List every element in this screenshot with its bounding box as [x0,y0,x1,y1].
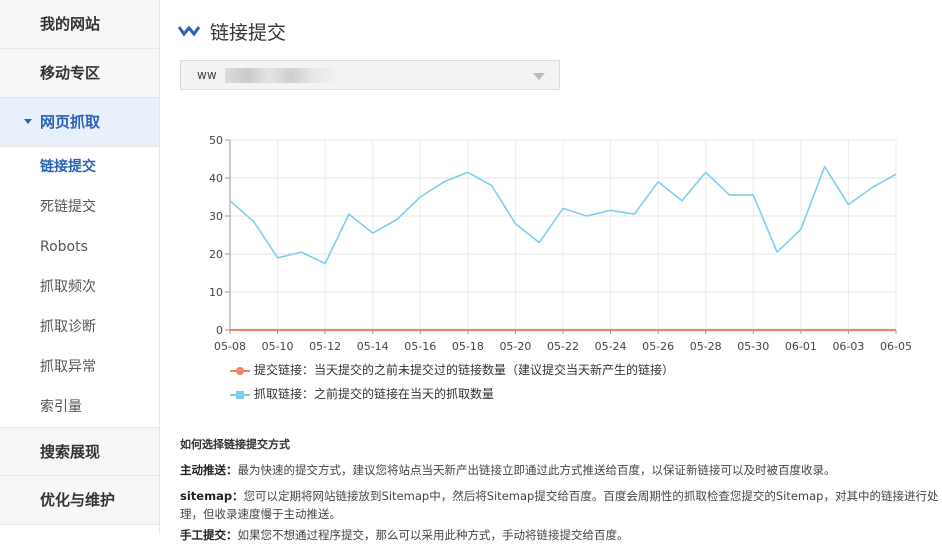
sidebar-item-link-submit[interactable]: 链接提交 [0,147,159,187]
sidebar-item-robots[interactable]: Robots [0,227,159,267]
help-heading: 如何选择链接提交方式 [180,438,290,451]
site-select-value: ww [197,68,217,82]
x-tick-label: 05-22 [547,340,579,353]
legend-marker-submitted [230,365,250,377]
help-item-label: sitemap： [180,489,244,503]
sidebar-section-mobile[interactable]: 移动专区 [0,49,159,98]
x-tick-label: 05-14 [357,340,389,353]
chart-icon [178,25,200,37]
crawl-chart: 0 10 20 30 40 50 05-08 05-10 05-12 05-14 05-16 05-1… [209,134,912,353]
x-tick-label: 06-03 [832,340,864,353]
sidebar-section-label: 网页抓取 [40,113,101,131]
help-item-active-push: 主动推送：最为快速的提交方式，建议您将站点当天新产出链接立即通过此方式推送给百度… [180,461,942,479]
sidebar-item-crawl-errors[interactable]: 抓取异常 [0,347,159,387]
x-tick-label: 05-28 [690,340,722,353]
sidebar-section-crawl[interactable]: 网页抓取 [0,98,159,147]
x-tick-label: 05-24 [595,340,627,353]
y-tick-label: 30 [209,210,223,223]
help-item-sitemap: sitemap：您可以定期将网站链接放到Sitemap中，然后将Sitemap提… [180,487,942,523]
y-tick-label: 20 [209,248,223,261]
x-tick-label: 05-08 [214,340,246,353]
y-tick-label: 40 [209,172,223,185]
legend-label-crawled: 抓取链接：之前提交的链接在当天的抓取数量 [254,387,495,401]
x-tick-label: 05-20 [499,340,531,353]
x-tick-label: 06-05 [880,340,912,353]
legend-item-submitted[interactable]: 提交链接：当天提交的之前未提交过的链接数量（建议提交当天新产生的链接） [230,361,674,378]
x-tick-label: 05-12 [309,340,341,353]
x-tick-label: 05-16 [404,340,436,353]
help-item-label: 手工提交： [180,528,238,542]
legend-item-crawled[interactable]: 抓取链接：之前提交的链接在当天的抓取数量 [230,385,494,402]
sidebar-item-crawl-frequency[interactable]: 抓取频次 [0,267,159,307]
sidebar-item-crawl-diagnosis[interactable]: 抓取诊断 [0,307,159,347]
main-content: 链接提交 ww 0 10 20 30 40 50 05-08 05-10 05-12 05-14 0… [160,0,942,542]
help-item-text: 您可以定期将网站链接放到Sitemap中，然后将Sitemap提交给百度。百度会… [180,489,939,521]
x-tick-label: 05-10 [262,340,294,353]
sidebar-item-index-volume[interactable]: 索引量 [0,387,159,427]
x-tick-label: 06-01 [785,340,817,353]
sidebar-section-search-display[interactable]: 搜索展现 [0,427,159,476]
help-item-manual: 手工提交：如果您不想通过程序提交，那么可以采用此种方式，手动将链接提交给百度。 [180,526,942,544]
help-item-text: 如果您不想通过程序提交，那么可以采用此种方式，手动将链接提交给百度。 [237,528,629,542]
y-tick-label: 0 [216,324,223,337]
x-tick-label: 05-30 [737,340,769,353]
legend-marker-crawled [230,389,250,401]
sidebar-section-my-sites[interactable]: 我的网站 [0,0,159,49]
help-item-label: 主动推送： [180,463,238,477]
sidebar-item-dead-link[interactable]: 死链提交 [0,187,159,227]
x-tick-label: 05-26 [642,340,674,353]
sidebar: 我的网站 移动专区 网页抓取 链接提交 死链提交 Robots 抓取频次 抓取诊… [0,0,160,534]
page-title: 链接提交 [210,22,287,44]
caret-down-icon [24,119,32,124]
site-select[interactable]: ww [180,60,560,90]
y-tick-label: 50 [209,134,223,147]
y-tick-label: 10 [209,286,223,299]
legend-label-submitted: 提交链接：当天提交的之前未提交过的链接数量（建议提交当天新产生的链接） [254,363,675,377]
chevron-down-icon[interactable] [533,73,545,80]
x-tick-label: 05-18 [452,340,484,353]
help-item-text: 最为快速的提交方式，建议您将站点当天新产出链接立即通过此方式推送给百度，以保证新… [237,463,836,477]
sidebar-section-optimize[interactable]: 优化与维护 [0,476,159,525]
masked-site-url [225,68,335,83]
